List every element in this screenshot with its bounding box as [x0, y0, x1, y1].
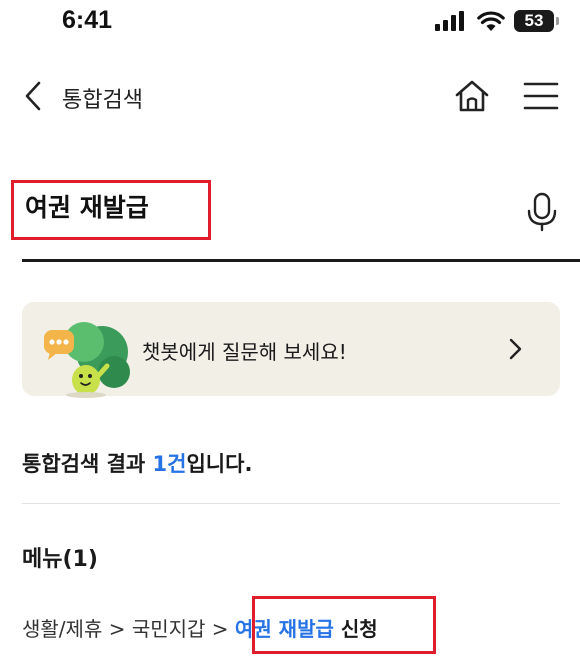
page-title: 통합검색 [62, 88, 143, 113]
chatbot-banner[interactable]: 챗봇에게 질문해 보세요! [22, 302, 560, 398]
result-count: 1건 [152, 452, 187, 476]
chatbot-mascot-icon [44, 322, 130, 398]
result-summary: 통합검색 결과 1건입니다. [22, 448, 252, 478]
status-bar: 6:41 53 [0, 0, 580, 52]
microphone-icon[interactable] [524, 192, 560, 232]
back-icon[interactable] [20, 78, 48, 114]
menu-icon[interactable] [522, 78, 560, 114]
chevron-right-icon [509, 338, 522, 360]
annotation-box-search [11, 180, 211, 240]
menu-section-heading: 메뉴(1) [22, 547, 98, 572]
breadcrumb-part-2: 국민지갑 [131, 617, 206, 641]
breadcrumb-part-1: 생활/제휴 [22, 617, 103, 641]
divider [22, 503, 560, 504]
nav-bar: 통합검색 [0, 66, 580, 126]
result-prefix: 통합검색 결과 [22, 452, 153, 476]
breadcrumb-separator: > [102, 617, 132, 641]
battery-icon: 53 [514, 10, 559, 32]
breadcrumb-separator: > [205, 617, 235, 641]
result-suffix: 입니다. [186, 452, 253, 476]
wifi-icon [477, 11, 505, 31]
signal-icon [435, 11, 464, 31]
home-icon[interactable] [452, 76, 492, 116]
annotation-box-link [252, 596, 436, 654]
chatbot-prompt-text: 챗봇에게 질문해 보세요! [142, 340, 347, 364]
search-underline [22, 259, 580, 262]
status-time: 6:41 [62, 6, 113, 34]
battery-level: 53 [524, 11, 544, 30]
status-icons: 53 [434, 10, 559, 32]
